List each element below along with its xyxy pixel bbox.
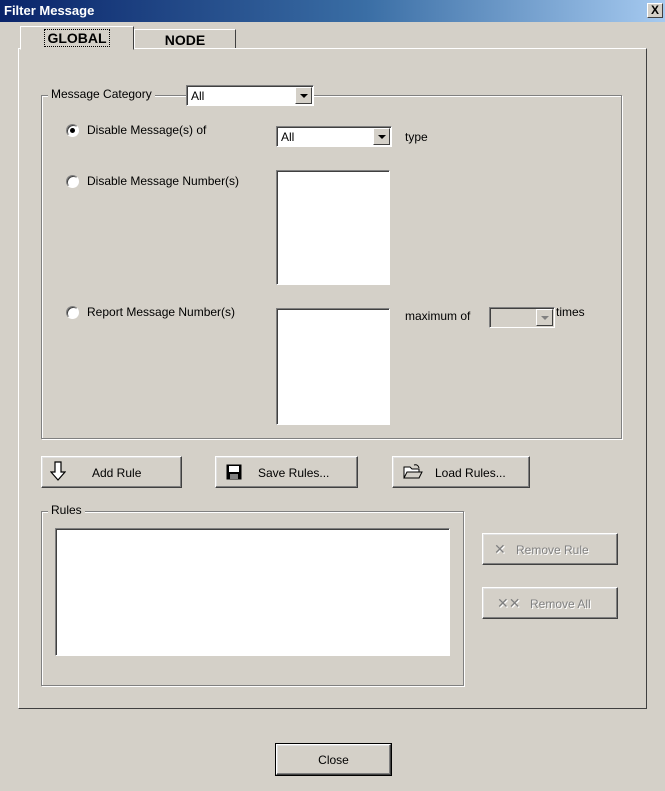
message-category-label: Message Category (48, 87, 155, 101)
disable-type-radio[interactable] (66, 124, 79, 137)
save-rules-button[interactable]: Save Rules... (215, 456, 358, 488)
times-label: times (556, 305, 585, 319)
disable-type-value: All (281, 130, 295, 144)
chevron-down-icon[interactable] (373, 128, 390, 145)
report-numbers-label[interactable]: Report Message Number(s) (87, 305, 235, 319)
disable-type-label[interactable]: Disable Message(s) of (87, 123, 206, 137)
message-category-value: All (191, 89, 205, 103)
down-arrow-icon (49, 461, 67, 484)
report-numbers-input[interactable] (276, 308, 390, 425)
maximum-of-label: maximum of (405, 309, 471, 323)
type-suffix-label: type (405, 130, 428, 144)
chevron-down-icon[interactable] (295, 87, 312, 104)
remove-rule-button[interactable]: ✕ Remove Rule (482, 533, 618, 565)
maximum-times-select[interactable] (489, 307, 555, 328)
disable-numbers-radio[interactable] (66, 175, 79, 188)
message-category-select[interactable]: All (186, 85, 314, 106)
x-icon: ✕ (494, 541, 506, 557)
rules-list[interactable] (55, 528, 450, 656)
load-rules-button[interactable]: Load Rules... (392, 456, 530, 488)
disable-numbers-input[interactable] (276, 170, 390, 285)
disable-type-select[interactable]: All (276, 126, 392, 147)
add-rule-button[interactable]: Add Rule (41, 456, 182, 488)
open-folder-icon (403, 464, 423, 483)
floppy-disk-icon (226, 464, 242, 483)
disable-numbers-label[interactable]: Disable Message Number(s) (87, 174, 239, 188)
window-title: Filter Message (4, 3, 95, 18)
chevron-down-icon[interactable] (536, 309, 553, 326)
tab-node[interactable]: NODE (134, 29, 236, 48)
close-button[interactable]: Close (275, 743, 392, 776)
title-bar: Filter Message X (0, 0, 665, 22)
report-numbers-radio[interactable] (66, 306, 79, 319)
tab-global[interactable]: GLOBAL (20, 26, 134, 50)
double-x-icon: ✕✕ (497, 595, 521, 611)
close-icon[interactable]: X (647, 3, 663, 18)
rules-label: Rules (48, 503, 85, 517)
remove-all-button[interactable]: ✕✕ Remove All (482, 587, 618, 619)
